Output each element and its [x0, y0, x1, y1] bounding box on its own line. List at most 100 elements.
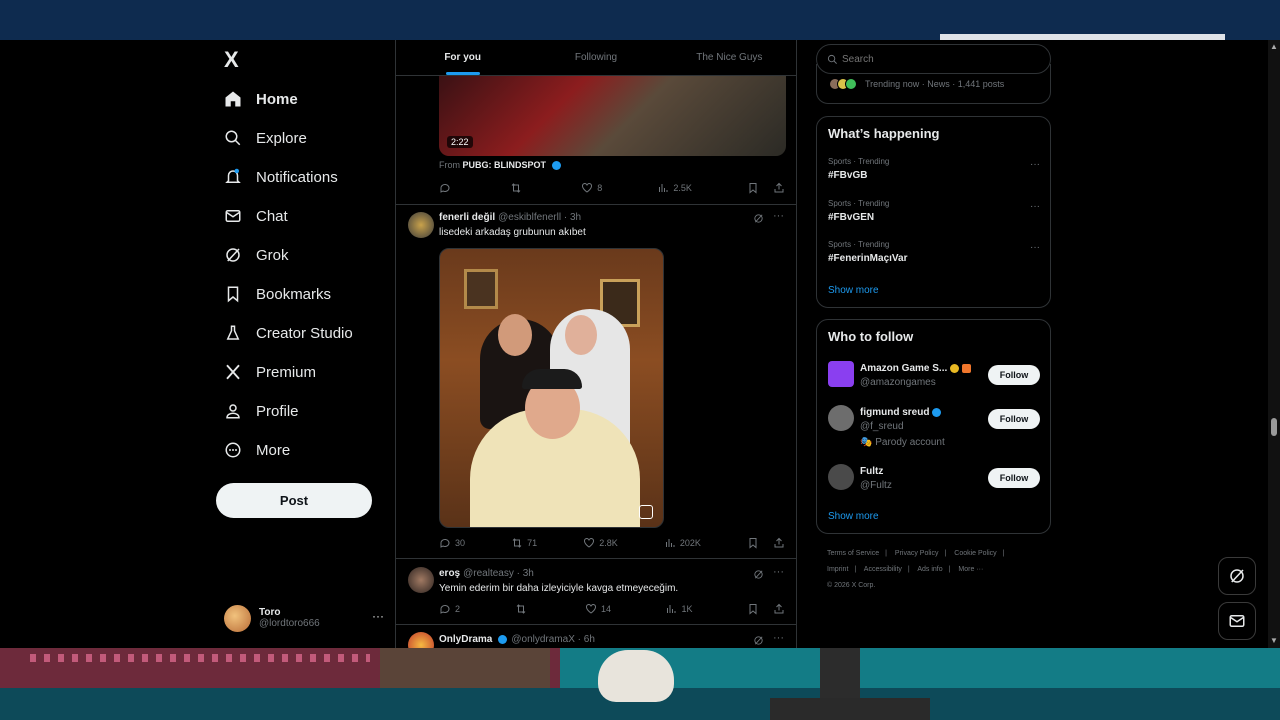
follow-suggestion[interactable]: Fultz @Fultz Follow [828, 464, 1040, 504]
like-button[interactable]: 2.8K [583, 537, 618, 549]
scrollbar[interactable]: ▲ ▼ [1268, 40, 1280, 648]
nav-item-more[interactable]: More [224, 435, 290, 465]
nav-item-profile[interactable]: Profile [224, 396, 299, 426]
grok-icon[interactable] [753, 635, 764, 646]
trend-item[interactable]: Sports · Trending #FBvGB ··· [828, 157, 1040, 181]
scroll-up-icon[interactable]: ▲ [1270, 42, 1278, 51]
show-more-link[interactable]: Show more [828, 285, 879, 296]
views-icon [667, 605, 676, 613]
reply-button[interactable]: 30 [439, 537, 465, 549]
tweet-author-name[interactable]: fenerli değil [439, 212, 495, 223]
share-icon[interactable] [773, 182, 785, 194]
more-dots-icon[interactable]: ··· [372, 609, 384, 623]
more-dots-icon[interactable]: ··· [1030, 242, 1040, 253]
nav-item-chat[interactable]: Chat [224, 201, 288, 231]
verified-icon [498, 635, 508, 644]
tweet-photo[interactable] [439, 248, 664, 528]
grok-icon[interactable] [753, 569, 764, 580]
footer-link[interactable]: Ads info [917, 566, 942, 573]
nav-item-notifications[interactable]: Notifications [224, 162, 338, 192]
post-button[interactable]: Post [216, 483, 372, 518]
nav-item-explore[interactable]: Explore [224, 123, 307, 153]
game-scenery [30, 654, 370, 662]
nav-item-premium[interactable]: Premium [224, 357, 316, 387]
video-player[interactable]: 2:22 [439, 76, 786, 156]
follow-suggestion[interactable]: Amazon Game S... @amazongames Follow [828, 361, 1040, 401]
footer-link[interactable]: Privacy Policy [895, 550, 939, 557]
reply-button[interactable]: 2 [439, 603, 460, 615]
avatar[interactable] [408, 567, 434, 593]
follow-name: Amazon Game S... [860, 363, 972, 374]
grok-float-button[interactable] [1218, 557, 1256, 595]
search-input[interactable] [842, 53, 1042, 65]
grok-icon[interactable] [753, 213, 764, 224]
background-game-view [0, 648, 1280, 720]
tab-for-you[interactable]: For you [396, 40, 529, 75]
tab-the-nice-guys[interactable]: The Nice Guys [663, 40, 796, 75]
more-dots-icon[interactable]: ··· [773, 566, 784, 578]
footer-separator: | [885, 550, 887, 557]
trend-name: #FBvGB [828, 170, 868, 181]
account-switcher[interactable]: Toro @lordtoro666 ··· [224, 603, 384, 633]
follow-button[interactable]: Follow [988, 409, 1040, 429]
footer-link[interactable]: More ··· [958, 566, 983, 573]
video-source[interactable]: From PUBG: BLINDSPOT [439, 160, 561, 171]
follow-suggestion[interactable]: figmund sreud @f_sreud 🎭 Parody account … [828, 405, 1040, 451]
follow-button[interactable]: Follow [988, 365, 1040, 385]
avatar[interactable] [408, 632, 434, 648]
search-box[interactable] [816, 44, 1051, 74]
tweet-author-handle[interactable]: @eskiblfenerll · 3h [498, 212, 581, 223]
more-dots-icon[interactable]: ··· [1030, 201, 1040, 212]
x-logo[interactable]: X [224, 49, 244, 71]
bookmark-button[interactable] [747, 537, 789, 549]
footer-link[interactable]: Terms of Service [827, 550, 879, 557]
views-icon [665, 539, 675, 547]
tweet-author-handle[interactable]: @onlydramaX · 6h [511, 634, 595, 645]
avatar[interactable] [408, 212, 434, 238]
nav-item-grok[interactable]: Grok [224, 240, 289, 270]
footer-link[interactable]: Accessibility [864, 566, 902, 573]
reply-count: 30 [455, 538, 466, 548]
reply-button[interactable] [439, 182, 455, 194]
nav-label: Profile [256, 402, 299, 420]
views-button[interactable]: 1K [665, 603, 693, 615]
tweet-author-name[interactable]: OnlyDrama [439, 634, 492, 645]
share-icon[interactable] [773, 603, 785, 615]
views-button[interactable]: 2.5K [657, 182, 692, 194]
more-dots-icon[interactable]: ··· [773, 632, 784, 644]
nav-item-home[interactable]: Home [224, 84, 298, 114]
like-button[interactable]: 14 [585, 603, 611, 615]
show-more-link[interactable]: Show more [828, 511, 879, 522]
repost-button[interactable]: 71 [511, 537, 537, 549]
nav-item-bookmarks[interactable]: Bookmarks [224, 279, 331, 309]
photo-shape [522, 369, 582, 389]
scroll-down-icon[interactable]: ▼ [1270, 636, 1278, 645]
like-button[interactable]: 8 [581, 182, 602, 194]
footer-link[interactable]: Cookie Policy [954, 550, 996, 557]
repost-button[interactable] [515, 603, 531, 615]
bookmark-button[interactable] [747, 603, 789, 615]
nav-item-creator-studio[interactable]: Creator Studio [224, 318, 353, 348]
follow-button[interactable]: Follow [988, 468, 1040, 488]
trend-category: Sports · Trending [828, 199, 890, 208]
trend-name: #FenerinMaçıVar [828, 253, 908, 264]
tweet-author-name[interactable]: eroş [439, 568, 460, 579]
trend-item[interactable]: Sports · Trending #FBvGEN ··· [828, 199, 1040, 223]
more-dots-icon[interactable]: ··· [1030, 159, 1040, 170]
image-grok-icon[interactable] [639, 505, 653, 519]
footer-link[interactable]: Imprint [827, 566, 848, 573]
scrollbar-thumb[interactable] [1271, 418, 1277, 436]
follow-name-text: figmund sreud [860, 407, 930, 418]
messages-float-button[interactable] [1218, 602, 1256, 640]
trend-item[interactable]: Sports · Trending #FenerinMaçıVar ··· [828, 240, 1040, 264]
tweet-author-handle[interactable]: @realteasy · 3h [463, 568, 534, 579]
repost-button[interactable] [510, 182, 526, 194]
avatar [828, 361, 854, 387]
follow-handle: @amazongames [860, 377, 936, 388]
more-dots-icon[interactable]: ··· [773, 210, 784, 222]
tab-following[interactable]: Following [529, 40, 662, 75]
bookmark-button[interactable] [747, 182, 789, 194]
share-icon[interactable] [773, 537, 785, 549]
views-button[interactable]: 202K [664, 537, 701, 549]
follow-handle: @Fultz [860, 480, 892, 491]
